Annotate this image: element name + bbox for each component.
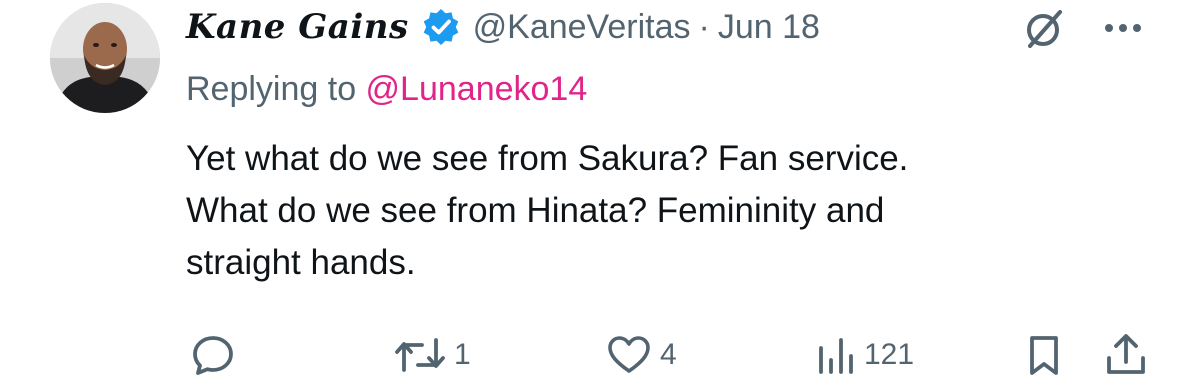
display-name[interactable]: Kane Gains [186,7,409,47]
tweet-text-line: Yet what do we see from Sakura? Fan serv… [186,139,909,178]
share-button[interactable] [1104,330,1148,380]
retweet-button[interactable]: 1 [394,330,471,380]
heart-icon [606,332,652,378]
tweet-text-line: straight hands. [186,243,416,282]
like-count: 4 [660,338,677,371]
verified-badge-icon[interactable] [421,7,461,47]
retweet-icon [394,332,446,378]
more-icon[interactable] [1098,6,1148,50]
share-icon [1104,332,1148,378]
replying-to: Replying to @Lunaneko14 [186,70,587,109]
avatar-image [50,3,160,113]
tweet-date[interactable]: Jun 18 [718,8,820,47]
like-button[interactable]: 4 [606,330,677,380]
bookmark-button[interactable] [1024,330,1064,380]
grok-icon[interactable] [1020,6,1066,52]
action-bar: 1 4 121 [0,330,1200,380]
reply-icon [190,332,236,378]
tweet-text: Yet what do we see from Sakura? Fan serv… [186,133,1146,289]
tweet-header: Kane Gains @KaneVeritas · Jun 18 [186,2,820,52]
tweet-text-line: What do we see from Hinata? Femininity a… [186,191,885,230]
views-icon [816,332,856,378]
replying-to-label: Replying to [186,70,366,108]
views-count: 121 [864,338,915,371]
replying-to-handle[interactable]: @Lunaneko14 [366,70,588,108]
author-handle[interactable]: @KaneVeritas [473,8,691,47]
bookmark-icon [1024,332,1064,378]
separator-dot: · [698,7,710,46]
views-button[interactable]: 121 [816,330,914,380]
tweet: Kane Gains @KaneVeritas · Jun 18 Replyin… [0,0,1200,389]
avatar[interactable] [50,3,160,113]
reply-button[interactable] [190,330,244,380]
retweet-count: 1 [454,338,471,371]
